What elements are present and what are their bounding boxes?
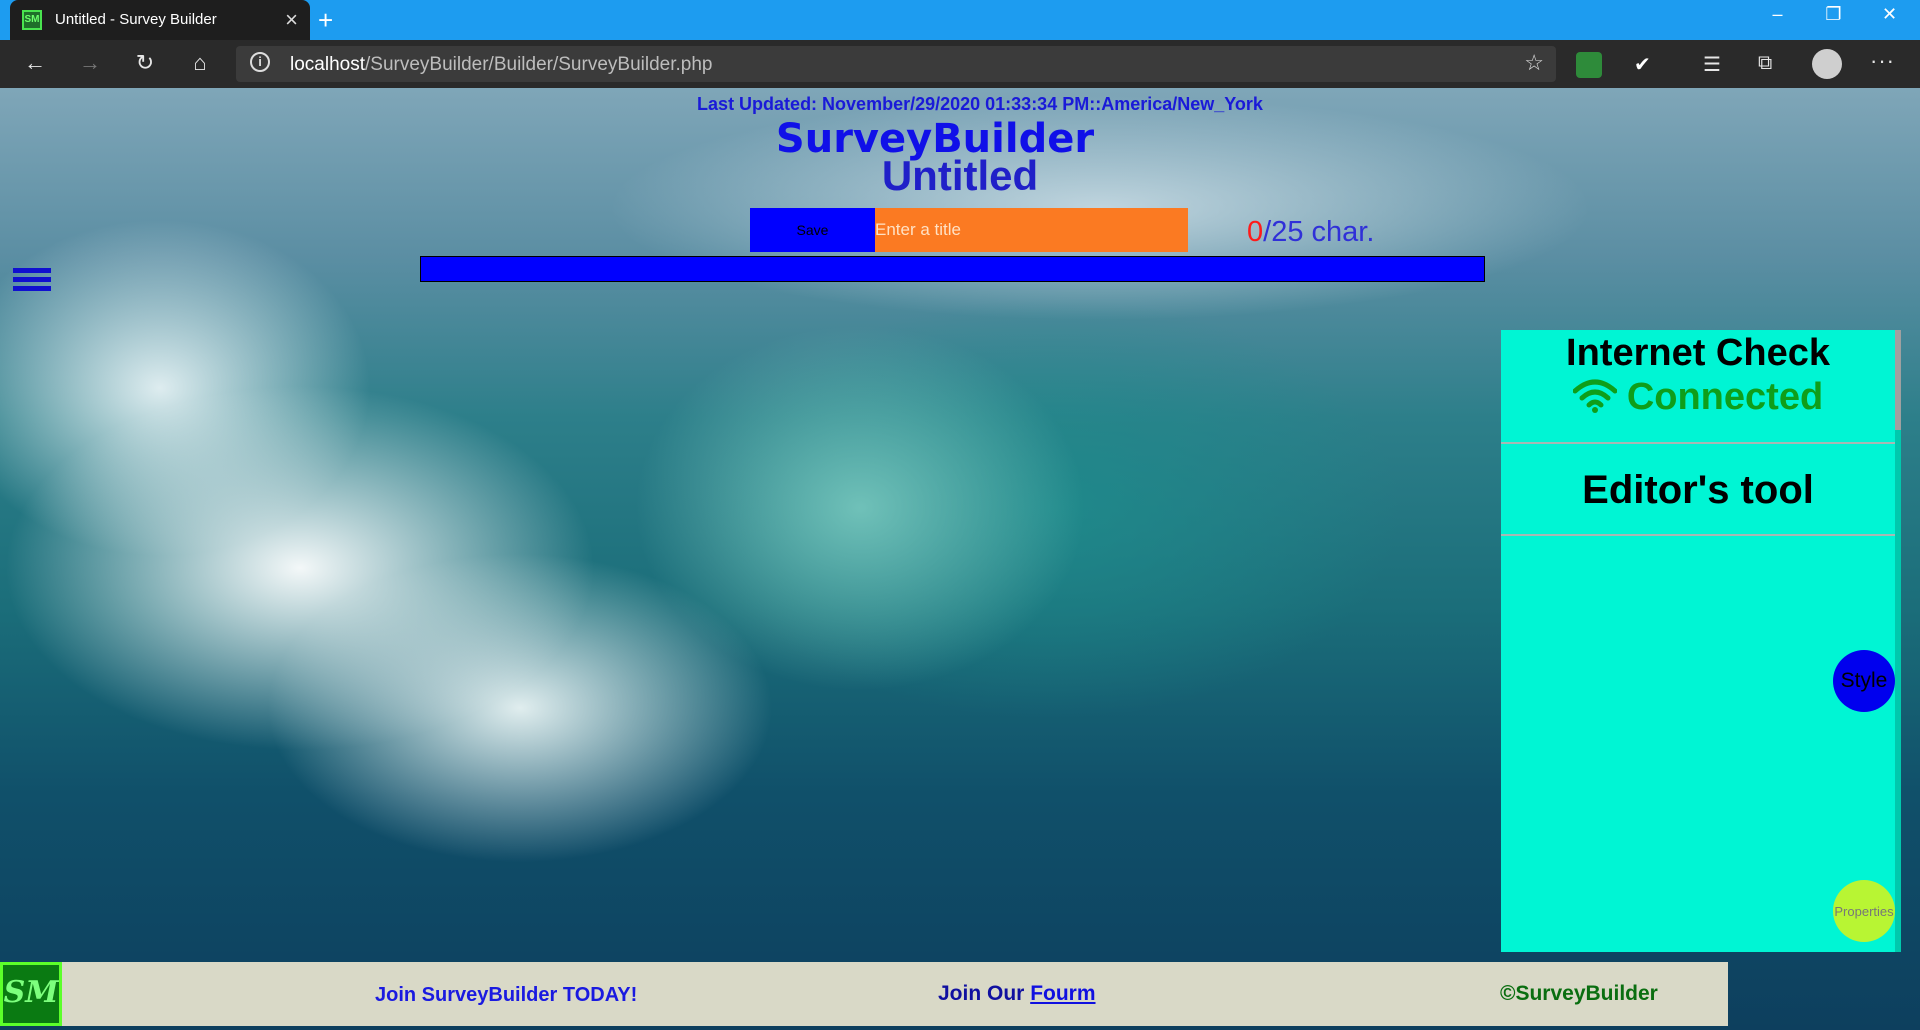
style-button[interactable]: Style bbox=[1833, 650, 1895, 712]
panel-divider bbox=[1501, 534, 1895, 536]
tab-close-icon[interactable]: × bbox=[285, 7, 298, 33]
hamburger-menu-icon[interactable] bbox=[13, 268, 51, 296]
last-updated-text: Last Updated: November/29/2020 01:33:34 … bbox=[697, 94, 1263, 114]
new-tab-icon[interactable]: + bbox=[318, 5, 333, 36]
close-window-icon[interactable]: ✕ bbox=[1862, 4, 1917, 25]
forward-icon[interactable]: → bbox=[73, 50, 107, 76]
favorites-list-icon[interactable]: ☰ bbox=[1703, 52, 1721, 77]
char-limit-text: /25 char. bbox=[1263, 216, 1375, 248]
connection-status: Connected bbox=[1501, 376, 1895, 419]
document-title: Untitled bbox=[881, 152, 1039, 199]
connection-status-text: Connected bbox=[1626, 376, 1824, 418]
panel-scroll-thumb[interactable] bbox=[1895, 330, 1901, 430]
browser-titlebar: SM Untitled - Survey Builder × + – ❐ ✕ bbox=[0, 0, 1920, 40]
char-counter: 0/25 char. bbox=[1247, 216, 1374, 249]
editor-side-panel: Internet Check Connected Editor's tool S… bbox=[1501, 330, 1901, 952]
site-info-icon[interactable]: i bbox=[250, 52, 270, 72]
browser-navbar: ← → ↻ ⌂ i localhost/SurveyBuilder/Builde… bbox=[0, 40, 1920, 88]
editor-tool-title: Editor's tool bbox=[1582, 468, 1814, 512]
save-button[interactable]: Save bbox=[750, 208, 875, 252]
char-count-value: 0 bbox=[1247, 216, 1264, 248]
browser-tab[interactable]: SM Untitled - Survey Builder × bbox=[10, 0, 310, 40]
panel-divider bbox=[1501, 442, 1895, 444]
favorite-star-icon[interactable]: ☆ bbox=[1524, 50, 1544, 76]
more-menu-icon[interactable]: ··· bbox=[1870, 48, 1895, 74]
back-icon[interactable]: ← bbox=[18, 50, 52, 76]
progress-bar bbox=[420, 256, 1485, 282]
profile-avatar[interactable] bbox=[1812, 49, 1842, 79]
title-input[interactable] bbox=[875, 208, 1188, 252]
url-text[interactable]: localhost/SurveyBuilder/Builder/SurveyBu… bbox=[290, 54, 712, 76]
internet-check-title: Internet Check bbox=[1566, 332, 1830, 374]
join-link[interactable]: Join SurveyBuilder TODAY! bbox=[375, 984, 637, 1007]
minimize-icon[interactable]: – bbox=[1750, 4, 1805, 25]
page-footer: SM Join SurveyBuilder TODAY! Join Our Fo… bbox=[0, 962, 1728, 1026]
forum-prefix: Join Our bbox=[938, 982, 1031, 1005]
home-icon[interactable]: ⌂ bbox=[183, 50, 217, 76]
extension-icon[interactable] bbox=[1576, 52, 1602, 78]
restore-icon[interactable]: ❐ bbox=[1806, 4, 1861, 25]
panel-scrollbar[interactable] bbox=[1895, 330, 1901, 952]
url-path: /SurveyBuilder/Builder/SurveyBuilder.php bbox=[365, 54, 713, 75]
properties-button[interactable]: Properties bbox=[1833, 880, 1895, 942]
favicon-icon: SM bbox=[22, 10, 42, 30]
refresh-icon[interactable]: ↻ bbox=[128, 50, 162, 76]
copyright-text: ©SurveyBuilder bbox=[1500, 982, 1658, 1005]
collections-icon[interactable]: ⧉ bbox=[1758, 52, 1772, 75]
tab-title: Untitled - Survey Builder bbox=[55, 11, 217, 28]
url-host: localhost bbox=[290, 54, 365, 75]
shield-extension-icon[interactable]: ✔ bbox=[1634, 52, 1660, 78]
address-bar[interactable]: i localhost/SurveyBuilder/Builder/Survey… bbox=[236, 46, 1556, 82]
page-viewport: Last Updated: November/29/2020 01:33:34 … bbox=[0, 88, 1920, 1030]
wifi-icon bbox=[1572, 379, 1617, 413]
forum-text: Join Our Fourm bbox=[938, 982, 1096, 1006]
footer-logo: SM bbox=[0, 962, 62, 1026]
forum-link[interactable]: Fourm bbox=[1030, 982, 1095, 1005]
